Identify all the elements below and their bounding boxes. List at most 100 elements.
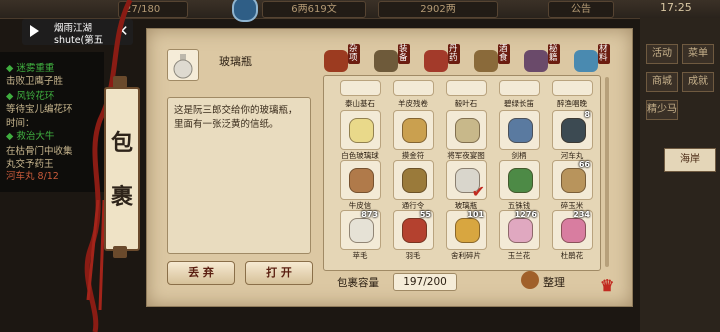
- tab-label: 材料: [598, 44, 610, 64]
- item-description-box: 这是阮三郎交给你的玻璃瓶，里面有一张泛黄的信纸。: [167, 97, 311, 254]
- quest-line: 击败卫鹰子胜: [6, 76, 64, 87]
- tab-材料[interactable]: 材料: [572, 44, 616, 76]
- item-name: 醉渔唱晚: [557, 99, 587, 108]
- item-count: 873: [361, 210, 378, 219]
- item-name: 羊皮残卷: [398, 99, 428, 108]
- bag-title-char2: 裹: [110, 184, 133, 210]
- menu-button[interactable]: 菜单: [682, 44, 714, 64]
- magnolia-icon: [508, 218, 533, 243]
- item-slot[interactable]: [446, 110, 487, 150]
- mojin-talisman-icon: [402, 118, 427, 143]
- bag-title-char1: 包: [110, 130, 133, 156]
- azalea-icon: [561, 218, 586, 243]
- map-location-button[interactable]: 海岸: [664, 148, 716, 172]
- quest-line: ◆ 风铃花环: [6, 91, 55, 102]
- white-glass-ball-icon: [349, 118, 374, 143]
- item-slot[interactable]: [393, 80, 434, 96]
- item-count: 234: [573, 210, 590, 219]
- notice-button[interactable]: 公告: [548, 1, 614, 18]
- item-slot[interactable]: 234: [552, 210, 593, 250]
- item-slot[interactable]: [340, 80, 381, 96]
- capacity-label: 包裹容量: [337, 277, 379, 289]
- right-side-menu: 活动 菜单 商城 成就 精少马 海岸: [640, 18, 720, 332]
- quest-line: ◆ 迷雾重重: [6, 63, 55, 74]
- tab-label: 装备: [398, 44, 410, 64]
- compass-icon[interactable]: [232, 0, 258, 22]
- tab-装备[interactable]: 装备: [372, 44, 416, 76]
- tab-丹药[interactable]: 丹药: [422, 44, 466, 76]
- item-name: 毅叶石: [454, 99, 478, 108]
- selected-item-name: 玻璃瓶: [219, 55, 252, 68]
- item-name: 碧绿长笛: [504, 99, 534, 108]
- mount-button[interactable]: 精少马: [646, 100, 678, 120]
- achievement-button[interactable]: 成就: [682, 72, 714, 92]
- tab-icon: [374, 50, 398, 72]
- feather-icon: [402, 218, 427, 243]
- item-slot[interactable]: [499, 80, 540, 96]
- item-count: 101: [467, 210, 484, 219]
- quest-line: 等待宝儿编花环: [6, 104, 73, 115]
- item-slot[interactable]: [393, 160, 434, 200]
- quest-line: 河车丸 8/12: [6, 171, 59, 182]
- item-slot[interactable]: [393, 110, 434, 150]
- scroll-top-knob: [113, 76, 127, 88]
- glass-bottle-icon: [173, 54, 193, 79]
- tab-icon: [324, 50, 348, 72]
- silver-counter: 2902两: [378, 1, 498, 18]
- item-slot[interactable]: [499, 160, 540, 200]
- leather-letter-icon: [349, 168, 374, 193]
- item-count: 55: [419, 210, 431, 219]
- item-slot[interactable]: 8: [552, 110, 593, 150]
- pass-token-icon: [402, 168, 427, 193]
- cotton-icon: [349, 218, 374, 243]
- item-count: 1276: [514, 210, 537, 219]
- quest-line: 在枯骨门中收集: [6, 146, 73, 157]
- item-slot[interactable]: 873: [340, 210, 381, 250]
- item-count: 8: [584, 110, 590, 119]
- item-name: 泰山基石: [345, 99, 375, 108]
- item-slot[interactable]: [499, 110, 540, 150]
- sword-hilt-icon: [508, 118, 533, 143]
- item-count: 66: [578, 160, 590, 169]
- quest-line: ◆ 救治大牛: [6, 131, 55, 142]
- shop-seal-icon[interactable]: ♛: [600, 276, 630, 306]
- item-slot[interactable]: ✔: [446, 160, 487, 201]
- item-slot[interactable]: [446, 80, 487, 96]
- item-slot[interactable]: [340, 110, 381, 150]
- tab-label: 酒食: [498, 44, 510, 64]
- item-name: 舍利碎片: [451, 251, 481, 260]
- tab-icon: [474, 50, 498, 72]
- item-name: 羽毛: [405, 251, 421, 260]
- play-icon[interactable]: [30, 25, 39, 37]
- pill-bowl-icon: [561, 118, 586, 143]
- selected-check-icon: ✔: [471, 182, 485, 201]
- item-slot[interactable]: [552, 80, 593, 96]
- activity-button[interactable]: 活动: [646, 44, 678, 64]
- item-slot[interactable]: [340, 160, 381, 200]
- grid-scrollbar[interactable]: [605, 77, 609, 267]
- item-description: 这是阮三郎交给你的玻璃瓶，里面有一张泛黄的信纸。: [174, 105, 298, 130]
- tab-label: 秘籍: [548, 44, 560, 64]
- item-slot[interactable]: 1276: [499, 210, 540, 250]
- item-slot[interactable]: 55: [393, 210, 434, 250]
- bag-title-scroll: 包 裹: [104, 87, 140, 251]
- painting-scroll-icon: [455, 118, 480, 143]
- organize-bag-icon[interactable]: [521, 271, 539, 289]
- tab-icon: [524, 50, 548, 72]
- tab-label: 杂项: [348, 44, 360, 64]
- tab-秘籍[interactable]: 秘籍: [522, 44, 566, 76]
- item-name: 玉兰花: [507, 251, 531, 260]
- selected-item-slot: [167, 49, 199, 81]
- open-button[interactable]: 打 开: [245, 261, 313, 285]
- relic-fragment-icon: [455, 218, 480, 243]
- discard-button[interactable]: 丢 弃: [167, 261, 235, 285]
- tab-label: 丹药: [448, 44, 460, 64]
- money-counter: 6两619文: [262, 1, 366, 18]
- shop-button[interactable]: 商城: [646, 72, 678, 92]
- tab-杂项[interactable]: 杂项: [322, 44, 366, 76]
- item-name: 苹毛: [352, 251, 368, 260]
- organize-button[interactable]: 整理: [543, 274, 565, 290]
- item-slot[interactable]: 101: [446, 210, 487, 250]
- item-slot[interactable]: 66: [552, 160, 593, 200]
- tab-酒食[interactable]: 酒食: [472, 44, 516, 76]
